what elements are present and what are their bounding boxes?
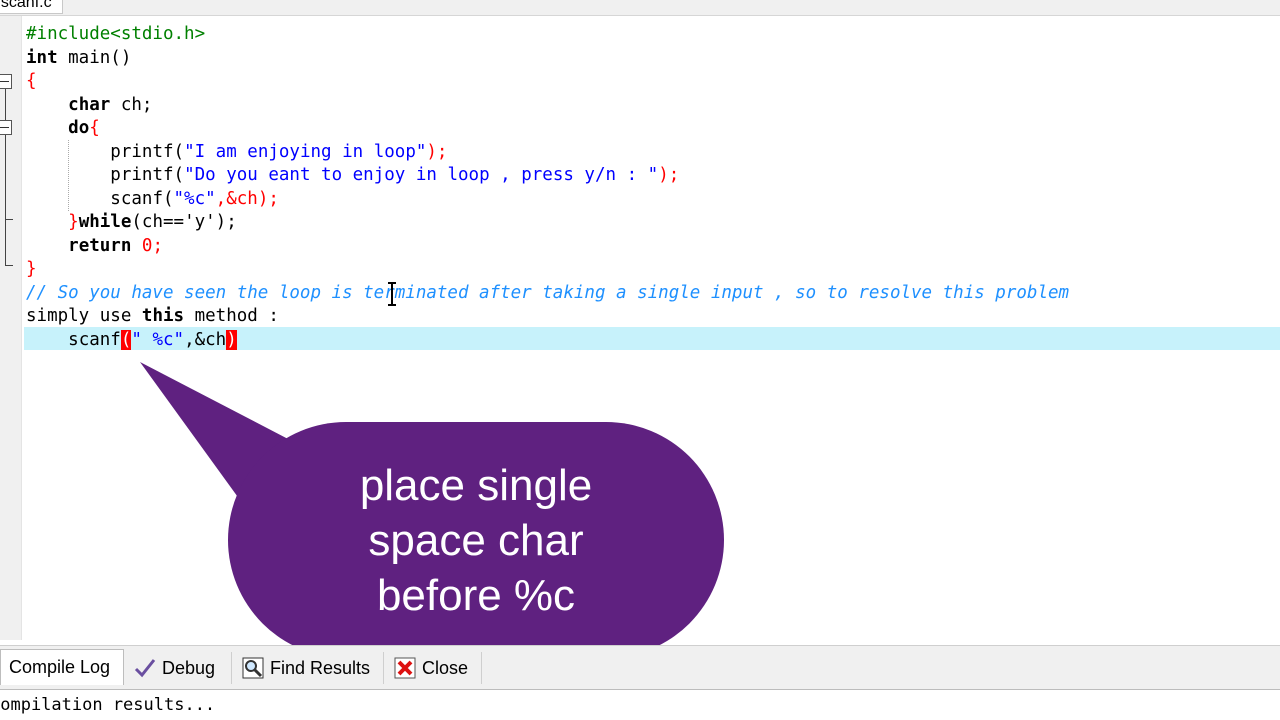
file-tab[interactable]: nscanf.c: [0, 0, 63, 14]
file-tab-strip: nscanf.c: [0, 0, 1280, 16]
code-line: printf("I am enjoying in loop");: [110, 141, 448, 162]
code-line: return 0;: [68, 235, 164, 256]
code-line: do{: [68, 118, 100, 138]
compile-output: Compilation results...: [0, 689, 1280, 720]
fold-toggle-icon[interactable]: [0, 74, 12, 89]
fold-toggle-icon[interactable]: [0, 120, 12, 135]
fold-line: [5, 135, 6, 219]
code-line: printf("Do you eant to enjoy in loop , p…: [110, 165, 680, 185]
fold-gutter: [0, 16, 22, 640]
code-line: }: [26, 259, 37, 279]
code-line: }while(ch=='y');: [68, 212, 237, 232]
code-line-active: scanf(" %c",&ch): [68, 329, 237, 350]
fold-end: [5, 265, 13, 266]
code-line: scanf("%c",&ch);: [110, 188, 279, 209]
code-line: // So you have seen the loop is terminat…: [26, 282, 1070, 303]
close-icon: [394, 657, 416, 679]
tab-compile-log[interactable]: Compile Log: [0, 649, 124, 685]
callout-line: before %c: [376, 571, 576, 620]
search-icon: [242, 657, 264, 679]
tab-close[interactable]: Close: [386, 652, 482, 684]
code-line: simply use this method :: [26, 306, 279, 326]
callout-text: place single space char before %c: [266, 458, 686, 623]
code-line: char ch;: [68, 94, 153, 115]
check-icon: [134, 659, 156, 678]
code-line: {: [26, 71, 37, 91]
code-line: int main(): [26, 47, 132, 68]
callout-line: space char: [368, 516, 584, 565]
tab-debug[interactable]: Debug: [126, 652, 232, 684]
mouse-ibeam-cursor-icon: [388, 282, 396, 306]
bottom-panel-tabs: Compile Log Debug Find Results Close: [0, 645, 1280, 689]
fold-line: [5, 219, 6, 265]
code-line: #include<stdio.h>: [26, 24, 206, 44]
tab-find-results[interactable]: Find Results: [234, 652, 384, 684]
fold-end: [5, 219, 13, 220]
source-code[interactable]: #include<stdio.h> int main() { char ch; …: [26, 23, 1069, 352]
callout-line: place single: [359, 461, 593, 510]
